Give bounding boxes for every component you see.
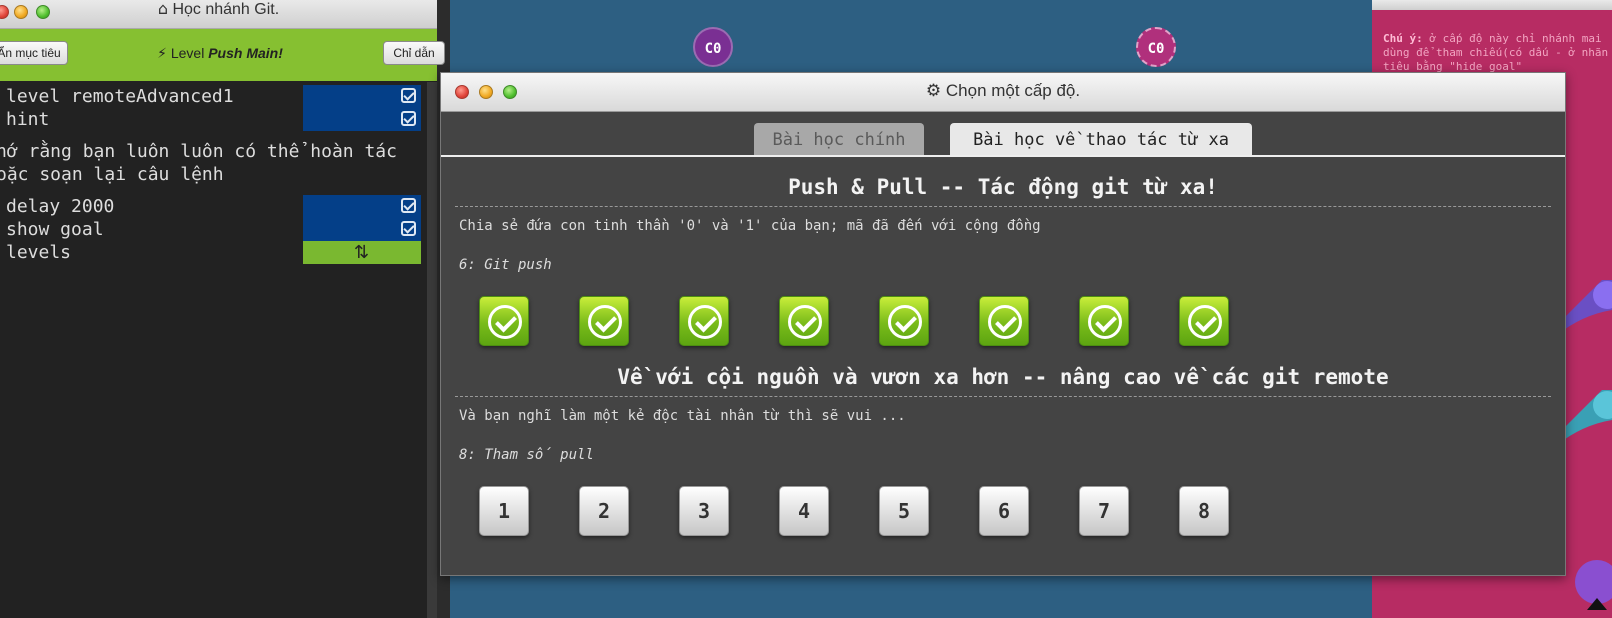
tab-remote-lessons[interactable]: Bài học về thao tác từ xa <box>950 123 1252 157</box>
goal-node <box>1575 560 1612 604</box>
message-line: oặc soạn lại câu lệnh <box>0 163 224 186</box>
hide-objectives-button[interactable]: Ẩn mục tiêu <box>0 41 68 65</box>
bolt-icon: ⚡︎ <box>157 46 167 62</box>
sequence-divider <box>455 206 1551 207</box>
home-icon: ⌂ <box>157 0 168 18</box>
level-button-5[interactable]: 5 <box>879 486 929 536</box>
level-button-completed[interactable] <box>1179 296 1229 346</box>
gear-icon: ⚙ <box>925 81 942 101</box>
level-button-completed[interactable] <box>579 296 629 346</box>
level-button-completed[interactable] <box>1079 296 1129 346</box>
sequence-title: Về với cội nguồn và vươn xa hơn -- nâng … <box>617 365 1389 389</box>
sequence-description: Và bạn nghĩ làm một kẻ độc tài nhân từ t… <box>459 408 906 424</box>
command-row: levels <box>0 241 71 264</box>
check-circle-icon <box>888 305 922 339</box>
level-button-completed[interactable] <box>779 296 829 346</box>
check-circle-icon <box>1188 305 1222 339</box>
level-name: Push Main! <box>208 45 283 61</box>
message-line: hớ rằng bạn luôn luôn có thể hoàn tác <box>0 140 397 163</box>
level-button-completed[interactable] <box>679 296 729 346</box>
scrollbar[interactable] <box>427 82 437 618</box>
checkbox-icon <box>401 88 416 103</box>
command-text: levels <box>6 242 72 263</box>
level-prefix: Level <box>170 45 205 61</box>
command-text: show goal <box>6 219 104 240</box>
sequence-title: Push & Pull -- Tác động git từ xa! <box>788 175 1218 199</box>
check-circle-icon <box>488 305 522 339</box>
level-label: ⚡︎ Level Push Main! <box>120 45 320 62</box>
command-status <box>303 195 421 218</box>
level-toolbar: Ẩn mục tiêu ⚡︎ Level Push Main! Chỉ dẫn <box>0 29 445 81</box>
command-row: level remoteAdvanced1 <box>0 85 234 108</box>
sequence-description: Chia sẻ đứa con tinh thần '0' và '1' của… <box>459 218 1041 234</box>
goal-note-label: Chú ý: <box>1383 32 1423 45</box>
goal-note: Chú ý: ở cấp độ này chỉ nhánh mai dùng đ… <box>1383 32 1611 74</box>
command-window: ⌂ Học nhánh Git. Ẩn mục tiêu ⚡︎ Level Pu… <box>0 0 445 618</box>
command-row: delay 2000 <box>0 195 114 218</box>
checkbox-icon <box>401 221 416 236</box>
level-button-completed[interactable] <box>879 296 929 346</box>
commit-node[interactable]: C0 <box>693 27 733 67</box>
hint-button[interactable]: Chỉ dẫn <box>383 41 445 65</box>
command-status <box>303 108 421 131</box>
command-status <box>303 218 421 241</box>
tab-divider <box>441 155 1565 157</box>
command-status <box>303 85 421 108</box>
window-title-text: Học nhánh Git. <box>172 1 280 18</box>
dialog-title-text: Chọn một cấp độ. <box>945 81 1081 100</box>
command-text: delay 2000 <box>6 196 115 217</box>
tab-main-lessons[interactable]: Bài học chính <box>754 123 924 157</box>
level-button-1[interactable]: 1 <box>479 486 529 536</box>
level-button-3[interactable]: 3 <box>679 486 729 536</box>
dialog-tabs: Bài học chính Bài học về thao tác từ xa <box>441 111 1565 233</box>
level-button-8[interactable]: 8 <box>1179 486 1229 536</box>
goal-window-titlebar <box>1372 0 1612 10</box>
level-button-2[interactable]: 2 <box>579 486 629 536</box>
swap-icon: ⇅ <box>354 242 370 263</box>
check-circle-icon <box>788 305 822 339</box>
command-row: hint <box>0 108 49 131</box>
message-text: hớ rằng bạn luôn luôn có thể hoàn tác <box>0 141 397 162</box>
checkbox-icon <box>401 111 416 126</box>
check-circle-icon <box>1088 305 1122 339</box>
current-level-name: 8: Tham số pull <box>459 447 594 463</box>
level-button-4[interactable]: 4 <box>779 486 829 536</box>
message-text: oặc soạn lại câu lệnh <box>0 164 224 185</box>
dialog-titlebar: ⚙ Chọn một cấp độ. <box>441 73 1565 112</box>
check-circle-icon <box>988 305 1022 339</box>
check-circle-icon <box>688 305 722 339</box>
sequence-divider <box>455 396 1551 397</box>
command-text: hint <box>6 109 50 130</box>
commit-node[interactable]: C0 <box>1136 27 1176 67</box>
current-level-name: 6: Git push <box>459 257 552 273</box>
command-window-titlebar: ⌂ Học nhánh Git. <box>0 0 437 29</box>
command-status: ⇅ <box>303 241 421 264</box>
level-button-completed[interactable] <box>479 296 529 346</box>
dialog-title: ⚙ Chọn một cấp độ. <box>441 81 1565 101</box>
level-button-completed[interactable] <box>979 296 1029 346</box>
command-text: level remoteAdvanced1 <box>6 86 234 107</box>
level-button-6[interactable]: 6 <box>979 486 1029 536</box>
checkbox-icon <box>401 198 416 213</box>
check-circle-icon <box>588 305 622 339</box>
level-select-dialog: ⚙ Chọn một cấp độ. Bài học chính Bài học… <box>440 72 1566 576</box>
command-row: show goal <box>0 218 104 241</box>
level-button-7[interactable]: 7 <box>1079 486 1129 536</box>
window-title: ⌂ Học nhánh Git. <box>0 0 437 20</box>
